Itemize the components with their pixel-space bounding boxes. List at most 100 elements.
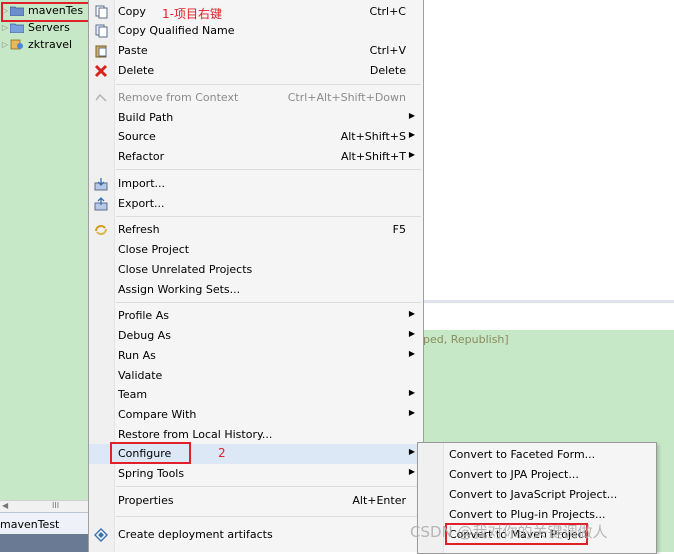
menu-item-label: Spring Tools [118, 467, 185, 480]
web-project-icon [10, 39, 24, 50]
menu-item-shortcut: F5 [392, 223, 406, 236]
remove-context-icon [93, 91, 109, 105]
submenu-item-label: Convert to JPA Project... [449, 468, 579, 481]
bottom-toolbar [0, 534, 92, 552]
tree-item-servers[interactable]: ▷ Servers [0, 19, 92, 36]
menu-item-assign-working-sets[interactable]: Assign Working Sets... [89, 280, 423, 300]
menu-item-label: Properties [118, 494, 174, 507]
expand-arrow-icon[interactable]: ▷ [0, 40, 10, 49]
menu-item-label: Source [118, 130, 156, 143]
menu-item-label: Remove from Context [118, 91, 239, 104]
menu-separator [116, 302, 421, 303]
menu-item-spring-tools[interactable]: Spring Tools ▶ [89, 464, 423, 484]
menu-item-paste[interactable]: Paste Ctrl+V [89, 41, 423, 61]
menu-item-close-project[interactable]: Close Project [89, 240, 423, 260]
submenu-arrow-icon: ▶ [408, 467, 415, 476]
menu-item-remove-from-context: Remove from Context Ctrl+Alt+Shift+Down [89, 88, 423, 108]
menu-item-label: Create deployment artifacts [118, 528, 273, 541]
package-explorer: ▷ mavenTes ▷ Servers ▷ zktravel [0, 0, 96, 500]
submenu-arrow-icon: ▶ [408, 329, 415, 338]
submenu-arrow-icon: ▶ [408, 388, 415, 397]
menu-item-label: Export... [118, 197, 165, 210]
menu-item-label: Delete [118, 64, 155, 77]
menu-item-label: Copy Qualified Name [118, 24, 235, 37]
menu-item-profile-as[interactable]: Profile As ▶ [89, 306, 423, 326]
menu-item-label: Close Project [118, 243, 190, 256]
menu-item-shortcut: Ctrl+V [369, 44, 406, 57]
scroll-left-icon[interactable]: ◀ [2, 501, 8, 510]
copy-icon [93, 5, 109, 19]
menu-item-label: Profile As [118, 309, 169, 322]
menu-item-close-unrelated-projects[interactable]: Close Unrelated Projects [89, 260, 423, 280]
submenu-item-convert-jpa[interactable]: Convert to JPA Project... [418, 465, 656, 485]
menu-item-copy-qualified-name[interactable]: Copy Qualified Name [89, 21, 423, 41]
menu-item-refresh[interactable]: Refresh F5 [89, 220, 423, 240]
menu-item-team[interactable]: Team ▶ [89, 385, 423, 405]
menu-separator [116, 216, 421, 217]
menu-item-validate[interactable]: Validate [89, 366, 423, 386]
menu-item-run-as[interactable]: Run As ▶ [89, 346, 423, 366]
paste-icon [93, 44, 109, 58]
menu-item-debug-as[interactable]: Debug As ▶ [89, 326, 423, 346]
server-status-text: ped, Republish] [423, 333, 509, 346]
menu-item-import[interactable]: Import... [89, 174, 423, 194]
submenu-arrow-icon: ▶ [408, 111, 415, 120]
refresh-icon [93, 223, 109, 237]
submenu-item-convert-javascript[interactable]: Convert to JavaScript Project... [418, 485, 656, 505]
configure-highlight-box [110, 442, 191, 464]
menu-separator [116, 516, 421, 517]
menu-item-delete[interactable]: Delete Delete [89, 61, 423, 81]
menu-separator [116, 169, 421, 170]
submenu-arrow-icon: ▶ [408, 408, 415, 417]
export-icon [93, 197, 109, 211]
menu-item-label: Team [118, 388, 148, 401]
submenu-item-label: Convert to Plug-in Projects... [449, 508, 606, 521]
menu-item-export[interactable]: Export... [89, 194, 423, 214]
menu-item-label: Import... [118, 177, 165, 190]
tree-item-mavenTest[interactable]: ▷ mavenTes [0, 2, 96, 22]
menu-item-label: Run As [118, 349, 156, 362]
folder-icon [9, 22, 25, 34]
menu-item-build-path[interactable]: Build Path ▶ [89, 108, 423, 128]
menu-item-label: Copy [118, 5, 146, 18]
menu-item-shortcut: Ctrl+Alt+Shift+Down [287, 91, 406, 104]
menu-separator [116, 486, 421, 487]
menu-item-shortcut: Alt+Shift+T [340, 150, 406, 163]
expand-arrow-icon[interactable]: ▷ [0, 23, 10, 32]
annotation-right-click: 1-项目右键 [162, 7, 222, 21]
menu-item-source[interactable]: Source Alt+Shift+S ▶ [89, 127, 423, 147]
submenu-arrow-icon: ▶ [408, 447, 415, 456]
context-menu: Copy Ctrl+C 1-项目右键 Copy Qualified Name P… [88, 0, 424, 552]
menu-item-shortcut: Ctrl+C [369, 5, 406, 18]
submenu-item-convert-faceted[interactable]: Convert to Faceted Form... [418, 445, 656, 465]
scroll-grip[interactable]: III [52, 501, 59, 510]
deploy-icon [93, 528, 109, 542]
watermark: CSDN @我对你的关键调做人 [410, 523, 608, 541]
menu-item-label: Build Path [118, 111, 174, 124]
menu-item-refactor[interactable]: Refactor Alt+Shift+T ▶ [89, 147, 423, 167]
explorer-bottom-tab[interactable]: mavenTest [0, 512, 92, 535]
menu-item-label: Refresh [118, 223, 160, 236]
delete-icon [93, 64, 109, 78]
import-icon [93, 177, 109, 191]
tree-item-label: Servers [28, 21, 70, 34]
menu-item-properties[interactable]: Properties Alt+Enter [89, 491, 423, 511]
menu-item-copy[interactable]: Copy Ctrl+C [89, 2, 423, 22]
panel-divider [422, 300, 674, 333]
submenu-item-label: Convert to JavaScript Project... [449, 488, 618, 501]
menu-item-shortcut: Alt+Enter [352, 494, 406, 507]
tree-item-zktravel[interactable]: ▷ zktravel [0, 36, 92, 53]
submenu-arrow-icon: ▶ [408, 309, 415, 318]
copy-qualified-icon [93, 24, 109, 38]
menu-item-label: Validate [118, 369, 163, 382]
tree-item-label: zktravel [28, 38, 73, 51]
menu-item-create-deployment-artifacts[interactable]: Create deployment artifacts [89, 525, 423, 545]
menu-item-compare-with[interactable]: Compare With ▶ [89, 405, 423, 425]
tab-label: mavenTest [0, 518, 60, 531]
menu-item-shortcut: Delete [369, 64, 406, 77]
menu-item-label: Debug As [118, 329, 171, 342]
submenu-arrow-icon: ▶ [408, 150, 415, 159]
menu-item-label: Restore from Local History... [118, 428, 273, 441]
menu-item-label: Paste [118, 44, 148, 57]
submenu-item-label: Convert to Faceted Form... [449, 448, 596, 461]
